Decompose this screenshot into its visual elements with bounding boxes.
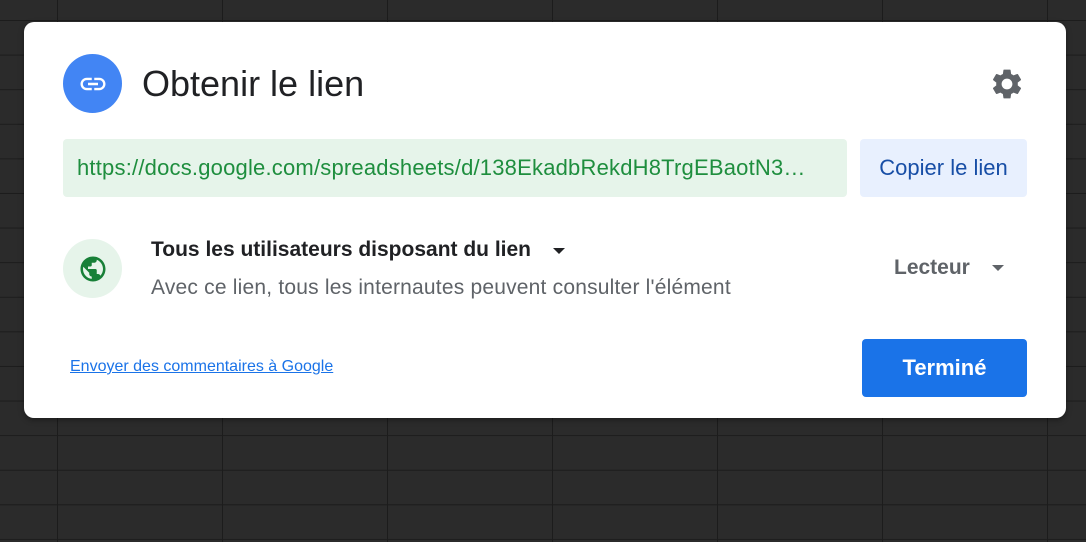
copy-link-button[interactable]: Copier le lien (860, 139, 1027, 197)
done-button[interactable]: Terminé (862, 339, 1027, 397)
dialog-title: Obtenir le lien (142, 63, 365, 104)
share-link-field[interactable]: https://docs.google.com/spreadsheets/d/1… (63, 139, 847, 197)
access-scope-dropdown[interactable]: Tous les utilisateurs disposant du lien (151, 238, 566, 262)
chevron-down-icon (991, 265, 1004, 271)
share-link-url[interactable]: https://docs.google.com/spreadsheets/d/1… (77, 155, 833, 181)
gear-icon (992, 69, 1022, 99)
link-icon-glyph (80, 77, 105, 90)
globe-icon (63, 239, 122, 298)
send-feedback-link[interactable]: Envoyer des commentaires à Google (70, 358, 333, 376)
access-description: Avec ce lien, tous les internautes peuve… (151, 276, 731, 299)
chevron-down-icon (553, 248, 566, 254)
access-scope-label: Tous les utilisateurs disposant du lien (151, 238, 532, 261)
role-dropdown[interactable]: Lecteur (894, 256, 1004, 280)
link-icon (63, 54, 122, 113)
globe-icon-glyph (80, 256, 105, 281)
share-link-dialog: Obtenir le lien https://docs.google.com/… (24, 22, 1066, 418)
settings-button[interactable] (987, 64, 1027, 104)
role-label: Lecteur (894, 256, 970, 279)
